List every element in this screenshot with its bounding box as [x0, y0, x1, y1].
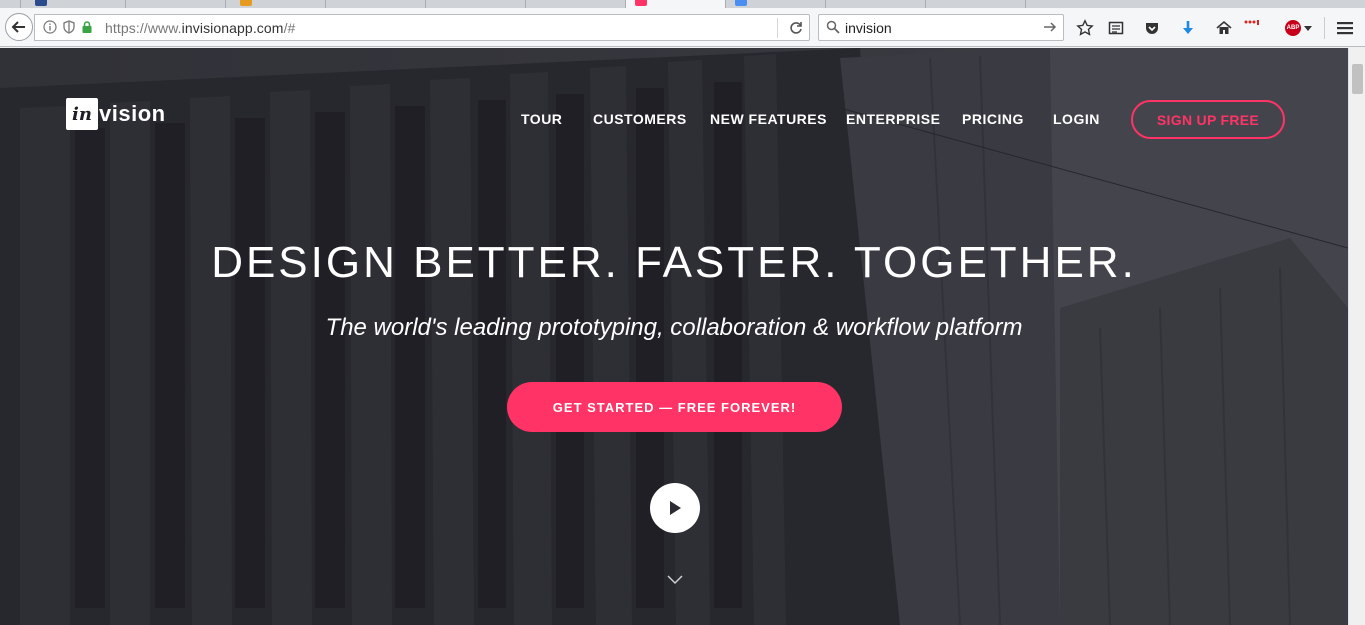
reading-list-icon [1108, 21, 1124, 35]
toolbar-separator [1324, 17, 1325, 39]
url-bar[interactable]: https://www.invisionapp.com/# [34, 14, 810, 41]
reload-icon[interactable] [787, 19, 805, 37]
tab-favicon [735, 0, 747, 6]
hero-tagline: The world's leading prototyping, collabo… [325, 314, 1023, 341]
nav-tour[interactable]: TOUR [521, 111, 562, 127]
home-icon [1216, 20, 1232, 34]
info-icon[interactable] [43, 20, 57, 34]
tab-favicon [240, 0, 252, 6]
tab[interactable] [525, 0, 625, 8]
tab-favicon [35, 0, 47, 6]
extension-dots-icon [1244, 20, 1259, 25]
url-path: /# [283, 20, 296, 36]
download-icon [1183, 21, 1193, 34]
tab[interactable] [825, 0, 925, 8]
pocket-icon [1146, 23, 1158, 34]
search-input[interactable]: invision [845, 20, 892, 36]
lock-icon[interactable] [80, 20, 94, 34]
reading-list-button[interactable] [1107, 19, 1125, 37]
url-text: https://www.invisionapp.com/# [105, 20, 295, 36]
play-video-button[interactable] [650, 483, 700, 533]
adblock-dropdown-icon[interactable] [1304, 26, 1312, 31]
hero-section: in vision TOUR CUSTOMERS NEW FEATURES EN… [0, 48, 1348, 625]
downloads-button[interactable] [1179, 19, 1197, 37]
back-button[interactable] [5, 13, 33, 41]
url-separator [777, 18, 778, 38]
signup-button[interactable]: SIGN UP FREE [1131, 100, 1285, 139]
tab[interactable] [425, 0, 525, 8]
tab-strip [0, 0, 1365, 8]
search-go-icon[interactable] [1043, 20, 1057, 34]
url-host: invisionapp.com [181, 20, 284, 36]
extension-button[interactable] [1243, 14, 1261, 32]
shield-icon[interactable] [62, 20, 76, 34]
bookmark-button[interactable] [1076, 19, 1094, 37]
play-icon [670, 501, 681, 515]
pocket-button[interactable] [1143, 19, 1161, 37]
page-scrollbar[interactable] [1348, 48, 1365, 625]
hero-headline: DESIGN BETTER. FASTER. TOGETHER. [211, 238, 1137, 287]
scrollbar-thumb[interactable] [1352, 64, 1363, 94]
tab-favicon [635, 0, 647, 6]
nav-pricing[interactable]: PRICING [962, 111, 1024, 127]
nav-new-features[interactable]: NEW FEATURES [710, 111, 827, 127]
search-icon [826, 20, 840, 34]
menu-button[interactable] [1336, 19, 1354, 37]
nav-login[interactable]: LOGIN [1053, 111, 1100, 127]
chevron-down-icon[interactable] [667, 575, 683, 585]
url-scheme: https://www. [105, 20, 182, 36]
search-bar[interactable]: invision [818, 14, 1064, 41]
nav-enterprise[interactable]: ENTERPRISE [846, 111, 940, 127]
tab[interactable] [1025, 0, 1125, 8]
tab[interactable] [325, 0, 425, 8]
back-arrow-icon [11, 21, 25, 33]
adblock-icon[interactable]: ABP [1285, 20, 1301, 36]
home-button[interactable] [1215, 19, 1233, 37]
tab[interactable] [925, 0, 1025, 8]
menu-icon [1337, 22, 1353, 35]
browser-toolbar: https://www.invisionapp.com/# invision A… [0, 8, 1365, 47]
bookmark-star-icon [1076, 19, 1094, 36]
get-started-button[interactable]: GET STARTED — FREE FOREVER! [507, 382, 842, 432]
nav-customers[interactable]: CUSTOMERS [593, 111, 687, 127]
tab[interactable] [125, 0, 225, 8]
